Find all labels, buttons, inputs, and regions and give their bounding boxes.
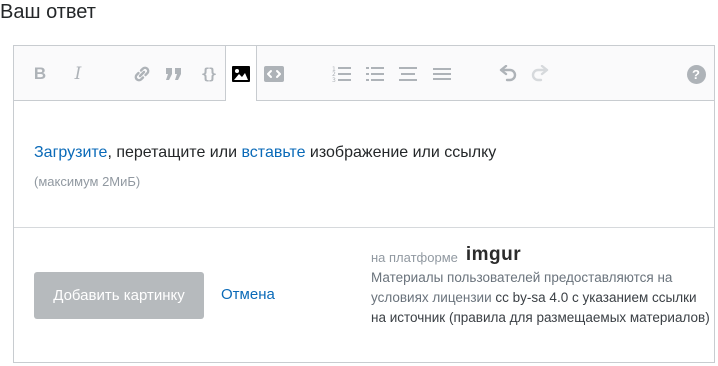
ordered-list-icon: 1 2 3 [332, 66, 351, 83]
code-braces-icon: {} [200, 65, 217, 83]
unordered-list-button[interactable] [363, 62, 387, 86]
help-icon: ? [686, 64, 706, 84]
upload-link[interactable]: Загрузите [34, 144, 107, 161]
image-upload-editor: B I {} 1 2 3 ? Загрузите, перетащите или… [13, 45, 715, 363]
quote-icon [166, 68, 181, 80]
heading-button[interactable] [396, 62, 420, 86]
upload-instructions: Загрузите, перетащите или вставьте изобр… [34, 144, 496, 162]
link-icon [134, 66, 150, 82]
powered-by-label: на платформе [371, 249, 458, 265]
content-policy-link[interactable]: (правила для размещаемых материалов) [449, 310, 710, 325]
upload-text-middle: , перетащите или [107, 144, 238, 161]
image-button[interactable] [225, 46, 257, 101]
undo-button[interactable] [496, 62, 520, 86]
redo-button[interactable] [528, 62, 552, 86]
snippet-button[interactable] [262, 62, 286, 86]
upload-text-end: изображение или ссылку [309, 144, 497, 161]
help-button[interactable]: ? [684, 62, 708, 86]
snippet-icon [264, 66, 284, 82]
upload-size-hint: (максимум 2МиБ) [34, 174, 141, 189]
page-title: Ваш ответ [0, 1, 96, 23]
add-image-button[interactable]: Добавить картинку [34, 272, 204, 319]
image-drop-zone[interactable] [14, 101, 714, 228]
answer-page: Ваш ответ B I {} 1 2 3 ? Загрузите, пере… [0, 0, 718, 366]
powered-by: на платформе imgur [371, 244, 521, 268]
undo-icon [499, 65, 517, 82]
italic-button[interactable]: I [66, 62, 90, 86]
heading-icon [399, 67, 417, 81]
paste-link[interactable]: вставьте [241, 144, 305, 161]
unordered-list-icon [366, 67, 384, 81]
horizontal-rule-button[interactable] [430, 62, 454, 86]
italic-icon: I [74, 64, 82, 84]
editor-toolbar: B I {} 1 2 3 ? [14, 46, 714, 101]
bold-button[interactable]: B [28, 62, 52, 86]
image-icon [232, 65, 250, 82]
blockquote-button[interactable] [162, 62, 186, 86]
bold-icon: B [33, 64, 47, 83]
cancel-link[interactable]: Отмена [221, 286, 275, 303]
imgur-logo-text: imgur [465, 244, 522, 265]
link-button[interactable] [130, 62, 154, 86]
ordered-list-button[interactable]: 1 2 3 [330, 62, 354, 86]
redo-icon [531, 65, 549, 82]
license-notice: Материалы пользователей предоставляются … [371, 268, 711, 328]
code-button[interactable]: {} [196, 62, 220, 86]
imgur-logo[interactable]: imgur [466, 244, 521, 266]
svg-text:3: 3 [332, 77, 336, 83]
horizontal-rule-icon [433, 68, 451, 80]
